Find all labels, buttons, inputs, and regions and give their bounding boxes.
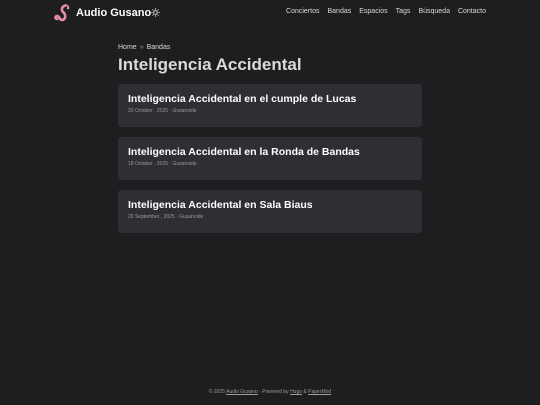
breadcrumb-home[interactable]: Home (118, 44, 137, 51)
footer-amp: & (303, 389, 307, 395)
site-header: Audio Gusano Conciertos Bandas Espacios … (0, 0, 540, 26)
footer-papermod-link[interactable]: PaperMod (308, 389, 331, 395)
nav-espacios[interactable]: Espacios (359, 8, 387, 15)
footer-site-link[interactable]: Audio Gusano (226, 389, 258, 395)
site-footer: © 2025 Audio Gusano · Powered by Hugo & … (0, 389, 540, 395)
nav-contacto[interactable]: Contacto (458, 8, 486, 15)
main-content: Home » Bandas Inteligencia Accidental In… (118, 44, 422, 243)
post-title[interactable]: Inteligencia Accidental en Sala Biaus (128, 199, 412, 212)
main-nav: Conciertos Bandas Espacios Tags Búsqueda… (286, 8, 486, 15)
post-title[interactable]: Inteligencia Accidental en el cumple de … (128, 93, 412, 106)
footer-powered-by: · Powered by (259, 389, 289, 395)
post-title[interactable]: Inteligencia Accidental en la Ronda de B… (128, 146, 412, 159)
breadcrumb-bandas[interactable]: Bandas (147, 44, 171, 51)
theme-toggle-button[interactable] (151, 8, 160, 19)
nav-conciertos[interactable]: Conciertos (286, 8, 319, 15)
site-title[interactable]: Audio Gusano (76, 7, 151, 19)
post-meta: 18 October , 2025 · Gusanoide (128, 161, 197, 167)
nav-bandas[interactable]: Bandas (327, 8, 351, 15)
breadcrumb: Home » Bandas (118, 44, 422, 51)
post-card[interactable]: Inteligencia Accidental en Sala Biaus 20… (118, 190, 422, 233)
page-title: Inteligencia Accidental (118, 55, 302, 74)
post-card[interactable]: Inteligencia Accidental en la Ronda de B… (118, 137, 422, 180)
sun-icon (151, 8, 160, 17)
worm-icon (54, 4, 70, 22)
post-meta: 20 October , 2025 · Gusanoide (128, 108, 197, 114)
footer-copyright: © 2025 (208, 389, 225, 395)
nav-busqueda[interactable]: Búsqueda (418, 8, 450, 15)
post-meta: 20 September , 2025 · Gusanoide (128, 214, 204, 220)
breadcrumb-separator: » (139, 44, 144, 51)
site-logo-link[interactable]: Audio Gusano (54, 4, 151, 22)
post-card[interactable]: Inteligencia Accidental en el cumple de … (118, 84, 422, 127)
nav-tags[interactable]: Tags (396, 8, 411, 15)
post-list: Inteligencia Accidental en el cumple de … (118, 84, 422, 233)
footer-hugo-link[interactable]: Hugo (290, 389, 302, 395)
